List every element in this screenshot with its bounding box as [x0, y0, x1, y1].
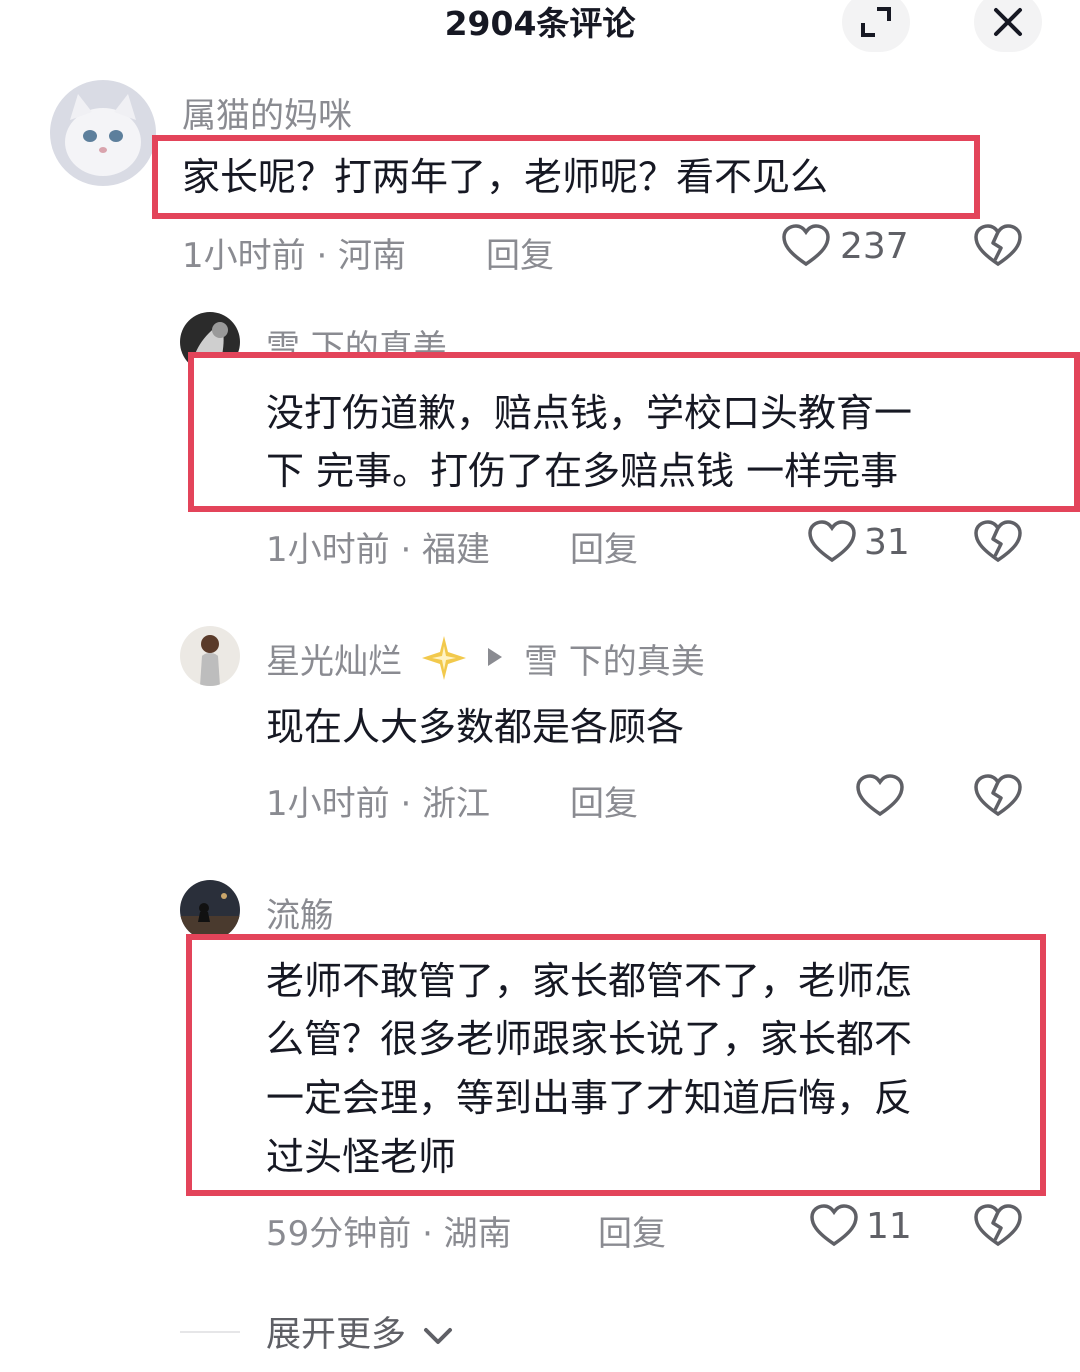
broken-heart-icon[interactable]: [974, 520, 1022, 564]
comment-text: 现在人大多数都是各顾各: [266, 705, 685, 749]
comment-time-location: 59分钟前 · 湖南: [266, 1214, 512, 1254]
triangle-right-icon: [486, 646, 504, 668]
reply-button[interactable]: 回复: [486, 228, 554, 277]
avatar[interactable]: [180, 626, 240, 686]
like-count: 31: [864, 522, 910, 563]
close-button[interactable]: [974, 0, 1042, 52]
reply-button[interactable]: 回复: [570, 776, 638, 825]
like-count: 11: [866, 1206, 912, 1247]
sparkle-emoji: [420, 634, 468, 686]
divider-line: [180, 1331, 240, 1333]
heart-icon[interactable]: [782, 224, 830, 268]
reply-to-username[interactable]: 雪 下的真美: [524, 634, 705, 683]
comment-text: 没打伤道歉，赔点钱，学校口头教育一: [266, 391, 913, 435]
heart-icon[interactable]: [810, 1204, 858, 1248]
comment-text: 么管？很多老师跟家长说了，家长都不: [266, 1017, 913, 1061]
comment-text: 一定会理，等到出事了才知道后悔，反: [266, 1076, 913, 1120]
expand-more-label: 展开更多: [266, 1315, 407, 1355]
chevron-down-icon: [423, 1326, 453, 1346]
broken-heart-icon[interactable]: [974, 1204, 1022, 1248]
expand-more-button[interactable]: 展开更多: [266, 1306, 453, 1357]
comment-count-title: 2904条评论: [444, 4, 636, 43]
heart-icon[interactable]: [856, 774, 904, 818]
comment-text: 下 完事。打伤了在多赔点钱 一样完事: [266, 449, 899, 493]
comment-text: 家长呢？打两年了，老师呢？看不见么: [182, 155, 829, 199]
close-icon: [993, 7, 1023, 37]
broken-heart-icon[interactable]: [974, 774, 1022, 818]
comment-time-location: 1小时前 · 河南: [182, 236, 407, 276]
comment-username[interactable]: 流觞: [266, 888, 334, 937]
comment-text: 老师不敢管了，家长都管不了，老师怎: [266, 959, 913, 1003]
comment-text: 过头怪老师: [266, 1135, 457, 1179]
reply-button[interactable]: 回复: [570, 522, 638, 571]
broken-heart-icon[interactable]: [974, 224, 1022, 268]
comment-username[interactable]: 星光灿烂: [266, 634, 402, 683]
comment-username[interactable]: 属猫的妈咪: [182, 88, 352, 137]
like-count: 237: [840, 226, 909, 267]
expand-button[interactable]: [842, 0, 910, 52]
expand-icon: [859, 5, 893, 39]
comment-time-location: 1小时前 · 浙江: [266, 784, 491, 824]
avatar[interactable]: [50, 80, 156, 186]
avatar[interactable]: [180, 880, 240, 940]
reply-button[interactable]: 回复: [598, 1206, 666, 1255]
comment-time-location: 1小时前 · 福建: [266, 530, 491, 570]
heart-icon[interactable]: [808, 520, 856, 564]
